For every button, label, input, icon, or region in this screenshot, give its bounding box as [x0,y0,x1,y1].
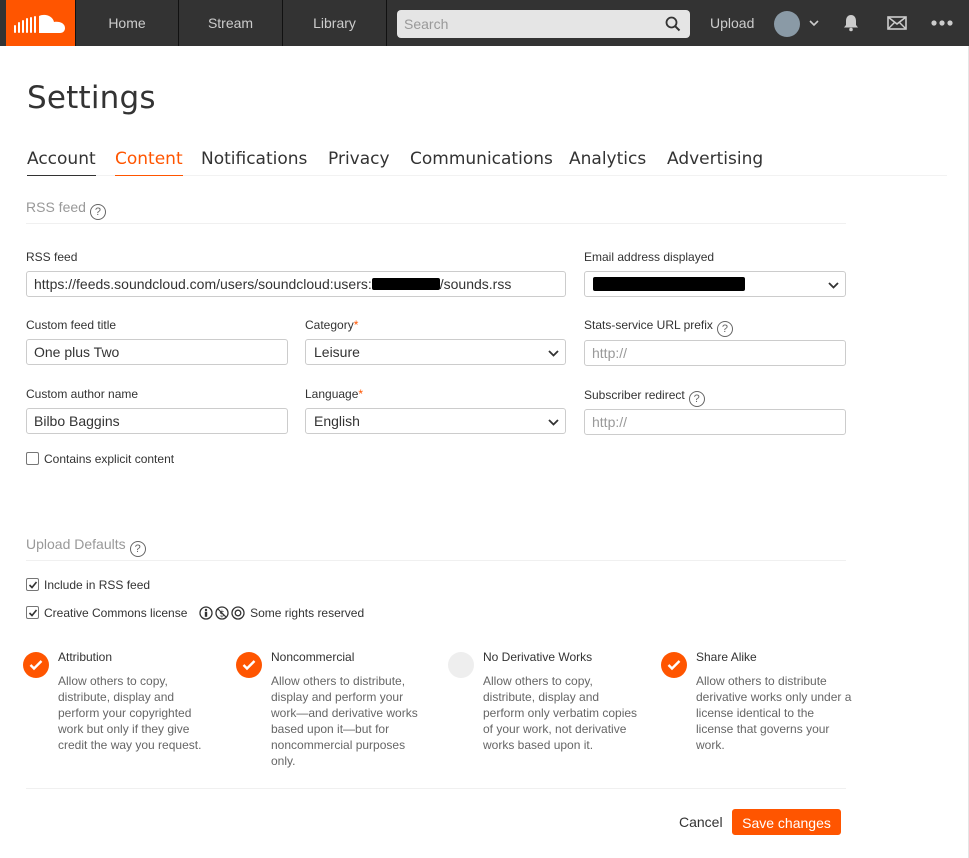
help-icon[interactable]: ? [89,204,106,220]
rights-text: Some rights reserved [250,606,365,620]
license-title: Noncommercial [271,650,355,664]
email-label: Email address displayed [584,250,715,264]
language-label: Language* [305,387,363,401]
checkmark-icon [29,660,43,671]
author-input[interactable]: Bilbo Baggins [26,408,288,434]
required-mark: * [358,387,364,401]
upload-defaults-title: Upload Defaults? [26,536,146,557]
category-label: Category* [305,318,358,332]
cc-checkbox[interactable] [26,606,39,619]
email-select[interactable] [584,271,846,297]
rss-feed-field[interactable]: https://feeds.soundcloud.com/users/sound… [26,271,566,297]
mail-icon[interactable] [887,16,907,30]
license-description: Allow others to copy, distribute, displa… [483,674,638,752]
search-input[interactable] [397,10,657,38]
license-description: Allow others to distribute, display and … [271,674,418,768]
settings-tabs: Account Content Notifications Privacy Co… [27,145,947,176]
tab-advertising[interactable]: Advertising [667,145,763,176]
redacted-user-id [371,278,440,290]
license-description: Allow others to copy, distribute, displa… [58,674,202,752]
rss-section-title: RSS feed? [26,199,106,220]
help-icon[interactable]: ? [129,541,146,557]
creative-commons-row: Creative Commons license $ Some rights r… [26,606,364,620]
divider [26,788,846,789]
redacted-email [593,277,745,291]
license-title: Attribution [58,650,113,664]
help-icon[interactable]: ? [716,321,733,337]
feed-title-label: Custom feed title [26,318,117,332]
nav-home[interactable]: Home [75,0,179,46]
license-title: Share Alike [696,650,757,664]
license-toggle[interactable] [448,652,474,678]
upload-defaults-label: Upload Defaults [26,536,126,552]
nav-stream[interactable]: Stream [179,0,283,46]
tab-account[interactable]: Account [27,145,96,176]
required-mark: * [353,318,359,332]
include-rss-label: Include in RSS feed [44,578,151,592]
avatar[interactable] [774,11,800,37]
rss-section-label: RSS feed [26,199,86,215]
checkmark-icon [28,609,38,617]
cloud-logo-icon [14,14,65,33]
more-options-icon[interactable] [931,20,953,26]
category-value: Leisure [314,344,360,360]
search-box [397,10,690,38]
help-icon[interactable]: ? [688,391,705,407]
chevron-down-icon [548,419,559,426]
tab-content[interactable]: Content [115,145,183,176]
chevron-down-icon[interactable] [809,19,819,27]
redirect-input[interactable]: http:// [584,409,846,435]
stats-label-text: Stats-service URL prefix [584,318,713,332]
divider [26,560,846,561]
redirect-label-text: Subscriber redirect [584,388,685,402]
checkmark-icon [242,660,256,671]
license-toggle[interactable] [23,652,49,678]
language-select[interactable]: English [305,408,566,434]
stats-label: Stats-service URL prefix? [584,318,733,337]
explicit-content-row: Contains explicit content [26,452,174,466]
bell-icon[interactable] [843,14,859,32]
license-toggle[interactable] [661,652,687,678]
checkmark-icon [28,581,38,589]
redirect-label: Subscriber redirect? [584,388,705,407]
feed-title-input[interactable]: One plus Two [26,339,288,365]
rss-feed-prefix: https://feeds.soundcloud.com/users/sound… [34,276,372,292]
include-rss-checkbox[interactable] [26,578,39,591]
cc-license-icons: $ [199,606,245,620]
divider [26,223,846,224]
checkmark-icon [667,660,681,671]
search-icon[interactable] [665,16,681,32]
language-label-text: Language [305,387,359,401]
language-value: English [314,413,360,429]
nav-library[interactable]: Library [283,0,387,46]
author-label: Custom author name [26,387,139,401]
top-nav-bar: Home Stream Library Upload [0,0,969,46]
upload-link[interactable]: Upload [710,0,754,46]
explicit-label: Contains explicit content [44,452,175,466]
include-rss-row: Include in RSS feed [26,578,150,592]
license-description: Allow others to distribute derivative wo… [696,674,852,752]
tab-notifications[interactable]: Notifications [201,145,307,176]
rss-feed-suffix: /sounds.rss [439,276,512,292]
rss-feed-label: RSS feed [26,250,78,264]
explicit-checkbox[interactable] [26,452,39,465]
cc-label: Creative Commons license [44,606,188,620]
tab-privacy[interactable]: Privacy [328,145,390,176]
tab-analytics[interactable]: Analytics [569,145,646,176]
soundcloud-logo[interactable] [6,0,75,46]
stats-url-input[interactable]: http:// [584,340,846,366]
license-title: No Derivative Works [483,650,593,664]
category-label-text: Category [305,318,354,332]
chevron-down-icon [548,350,559,357]
cancel-button[interactable]: Cancel [679,814,723,830]
page-title: Settings [27,80,156,116]
tab-communications[interactable]: Communications [410,145,553,176]
category-select[interactable]: Leisure [305,339,566,365]
license-toggle[interactable] [236,652,262,678]
chevron-down-icon [828,282,839,289]
save-changes-button[interactable]: Save changes [732,809,841,835]
